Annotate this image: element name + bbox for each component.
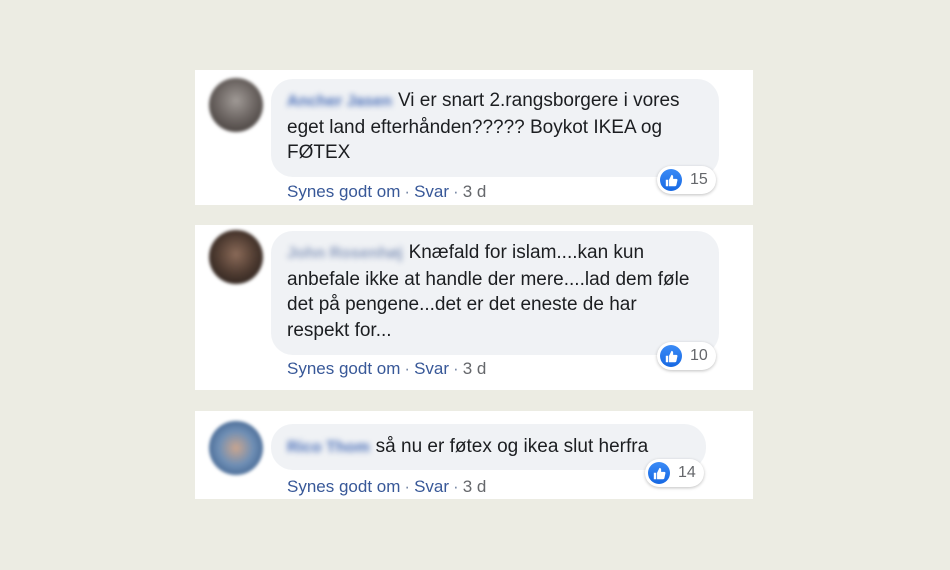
like-link[interactable]: Synes godt om bbox=[287, 359, 400, 378]
thumbs-up-icon bbox=[660, 345, 682, 367]
comment-actions: Synes godt om · Svar · 3 d bbox=[287, 359, 486, 379]
timestamp[interactable]: 3 d bbox=[463, 477, 487, 496]
separator: · bbox=[453, 359, 459, 378]
reaction-count: 10 bbox=[690, 347, 708, 364]
thumbs-up-icon bbox=[648, 462, 670, 484]
reply-link[interactable]: Svar bbox=[414, 182, 449, 201]
comment-author[interactable]: Rico Thom bbox=[287, 435, 370, 461]
reaction-count: 14 bbox=[678, 464, 696, 481]
comment-author[interactable]: Ancher Jasen bbox=[287, 89, 392, 115]
comment-card: John Rosenhøj Knæfald for islam....kan ku… bbox=[195, 225, 753, 390]
reply-link[interactable]: Svar bbox=[414, 359, 449, 378]
separator: · bbox=[453, 182, 459, 201]
comment-author[interactable]: John Rosenhøj bbox=[287, 241, 403, 267]
reaction-count-badge[interactable]: 15 bbox=[657, 166, 716, 194]
avatar[interactable] bbox=[209, 78, 263, 132]
separator: · bbox=[404, 182, 411, 201]
comment-actions: Synes godt om · Svar · 3 d bbox=[287, 477, 486, 497]
comment-bubble: Rico Thom så nu er føtex og ikea slut her… bbox=[271, 424, 706, 470]
comment-bubble: John Rosenhøj Knæfald for islam....kan ku… bbox=[271, 231, 719, 355]
comment-bubble: Ancher Jasen Vi er snart 2.rangsborgere i… bbox=[271, 79, 719, 177]
comment-card: Rico Thom så nu er føtex og ikea slut her… bbox=[195, 411, 753, 499]
comment-actions: Synes godt om · Svar · 3 d bbox=[287, 182, 486, 202]
timestamp[interactable]: 3 d bbox=[463, 182, 487, 201]
like-link[interactable]: Synes godt om bbox=[287, 182, 400, 201]
reaction-count-badge[interactable]: 10 bbox=[657, 342, 716, 370]
avatar[interactable] bbox=[209, 421, 263, 475]
thumbs-up-icon bbox=[660, 169, 682, 191]
separator: · bbox=[404, 359, 411, 378]
reaction-count-badge[interactable]: 14 bbox=[645, 459, 704, 487]
separator: · bbox=[453, 477, 459, 496]
like-link[interactable]: Synes godt om bbox=[287, 477, 400, 496]
reply-link[interactable]: Svar bbox=[414, 477, 449, 496]
comment-text: så nu er føtex og ikea slut herfra bbox=[375, 436, 649, 457]
reaction-count: 15 bbox=[690, 171, 708, 188]
separator: · bbox=[404, 477, 411, 496]
comment-card: Ancher Jasen Vi er snart 2.rangsborgere i… bbox=[195, 70, 753, 205]
avatar[interactable] bbox=[209, 230, 263, 284]
timestamp[interactable]: 3 d bbox=[463, 359, 487, 378]
